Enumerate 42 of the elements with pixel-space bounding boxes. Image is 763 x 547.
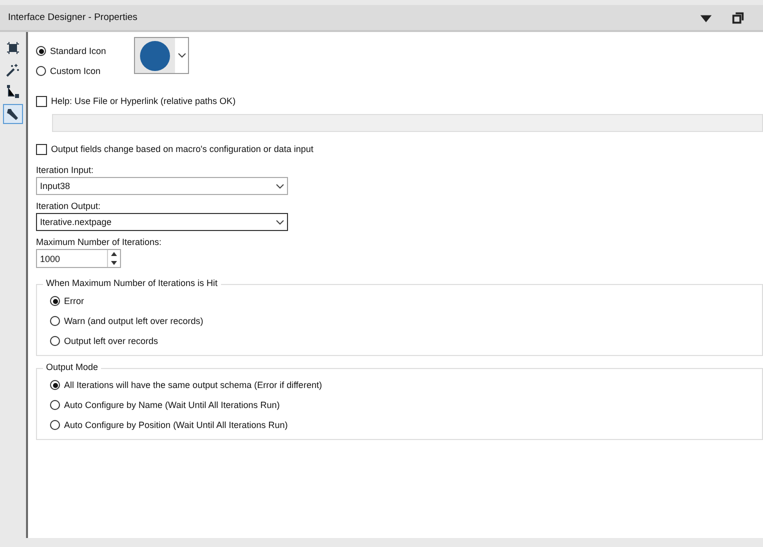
radio-button[interactable] bbox=[50, 420, 60, 430]
radio-button[interactable] bbox=[36, 66, 46, 76]
checkbox[interactable] bbox=[36, 96, 47, 106]
chevron-down-icon bbox=[178, 53, 186, 58]
icon-picker[interactable] bbox=[134, 37, 190, 74]
radio-label: Auto Configure by Name (Wait Until All Iterations Run) bbox=[64, 400, 280, 410]
radio-button[interactable] bbox=[50, 296, 60, 306]
number-spinner[interactable]: 1000 bbox=[36, 249, 121, 268]
frame-icon bbox=[6, 41, 20, 55]
radio-button[interactable] bbox=[50, 380, 60, 390]
field-label: Iteration Input: bbox=[36, 165, 95, 175]
radio-button[interactable] bbox=[50, 400, 60, 410]
field-label: Maximum Number of Iterations: bbox=[36, 237, 163, 247]
wrench-icon bbox=[6, 107, 20, 121]
checkbox[interactable] bbox=[36, 144, 47, 154]
radio-label: All Iterations will have the same output schema (Error if different) bbox=[64, 380, 322, 390]
checkbox-label: Output fields change based on macro's configuration or data input bbox=[51, 144, 314, 154]
restore-icon[interactable] bbox=[731, 10, 745, 24]
dropdown[interactable]: Input38 bbox=[36, 177, 288, 195]
checkbox-label: Help: Use File or Hyperlink (relative paths OK) bbox=[51, 96, 236, 106]
group-title: When Maximum Number of Iterations is Hit bbox=[43, 278, 221, 288]
input-field[interactable] bbox=[52, 114, 763, 132]
tool-button[interactable] bbox=[3, 104, 23, 124]
group-title: Output Mode bbox=[43, 362, 102, 372]
radio-button[interactable] bbox=[50, 316, 60, 326]
radio-label: Custom Icon bbox=[50, 66, 101, 76]
radio-button[interactable] bbox=[36, 46, 46, 56]
up-arrow-icon[interactable] bbox=[111, 252, 117, 256]
radio-label: Warn (and output left over records) bbox=[64, 316, 204, 326]
magic-wand-icon bbox=[6, 63, 20, 77]
window-title: Interface Designer - Properties bbox=[8, 12, 138, 23]
radio-label: Auto Configure by Position (Wait Until All Iterations Run) bbox=[64, 420, 288, 430]
connector-icon bbox=[6, 85, 20, 99]
chevron-down-icon bbox=[276, 220, 284, 224]
radio-button[interactable] bbox=[50, 336, 60, 346]
chevron-down-icon bbox=[276, 184, 284, 188]
radio-label: Standard Icon bbox=[50, 46, 106, 56]
radio-label: Error bbox=[64, 296, 84, 306]
field-label: Iteration Output: bbox=[36, 201, 102, 211]
radio-label: Output left over records bbox=[64, 336, 158, 346]
dropdown[interactable]: Iterative.nextpage bbox=[36, 213, 288, 231]
down-arrow-icon[interactable] bbox=[111, 260, 117, 265]
